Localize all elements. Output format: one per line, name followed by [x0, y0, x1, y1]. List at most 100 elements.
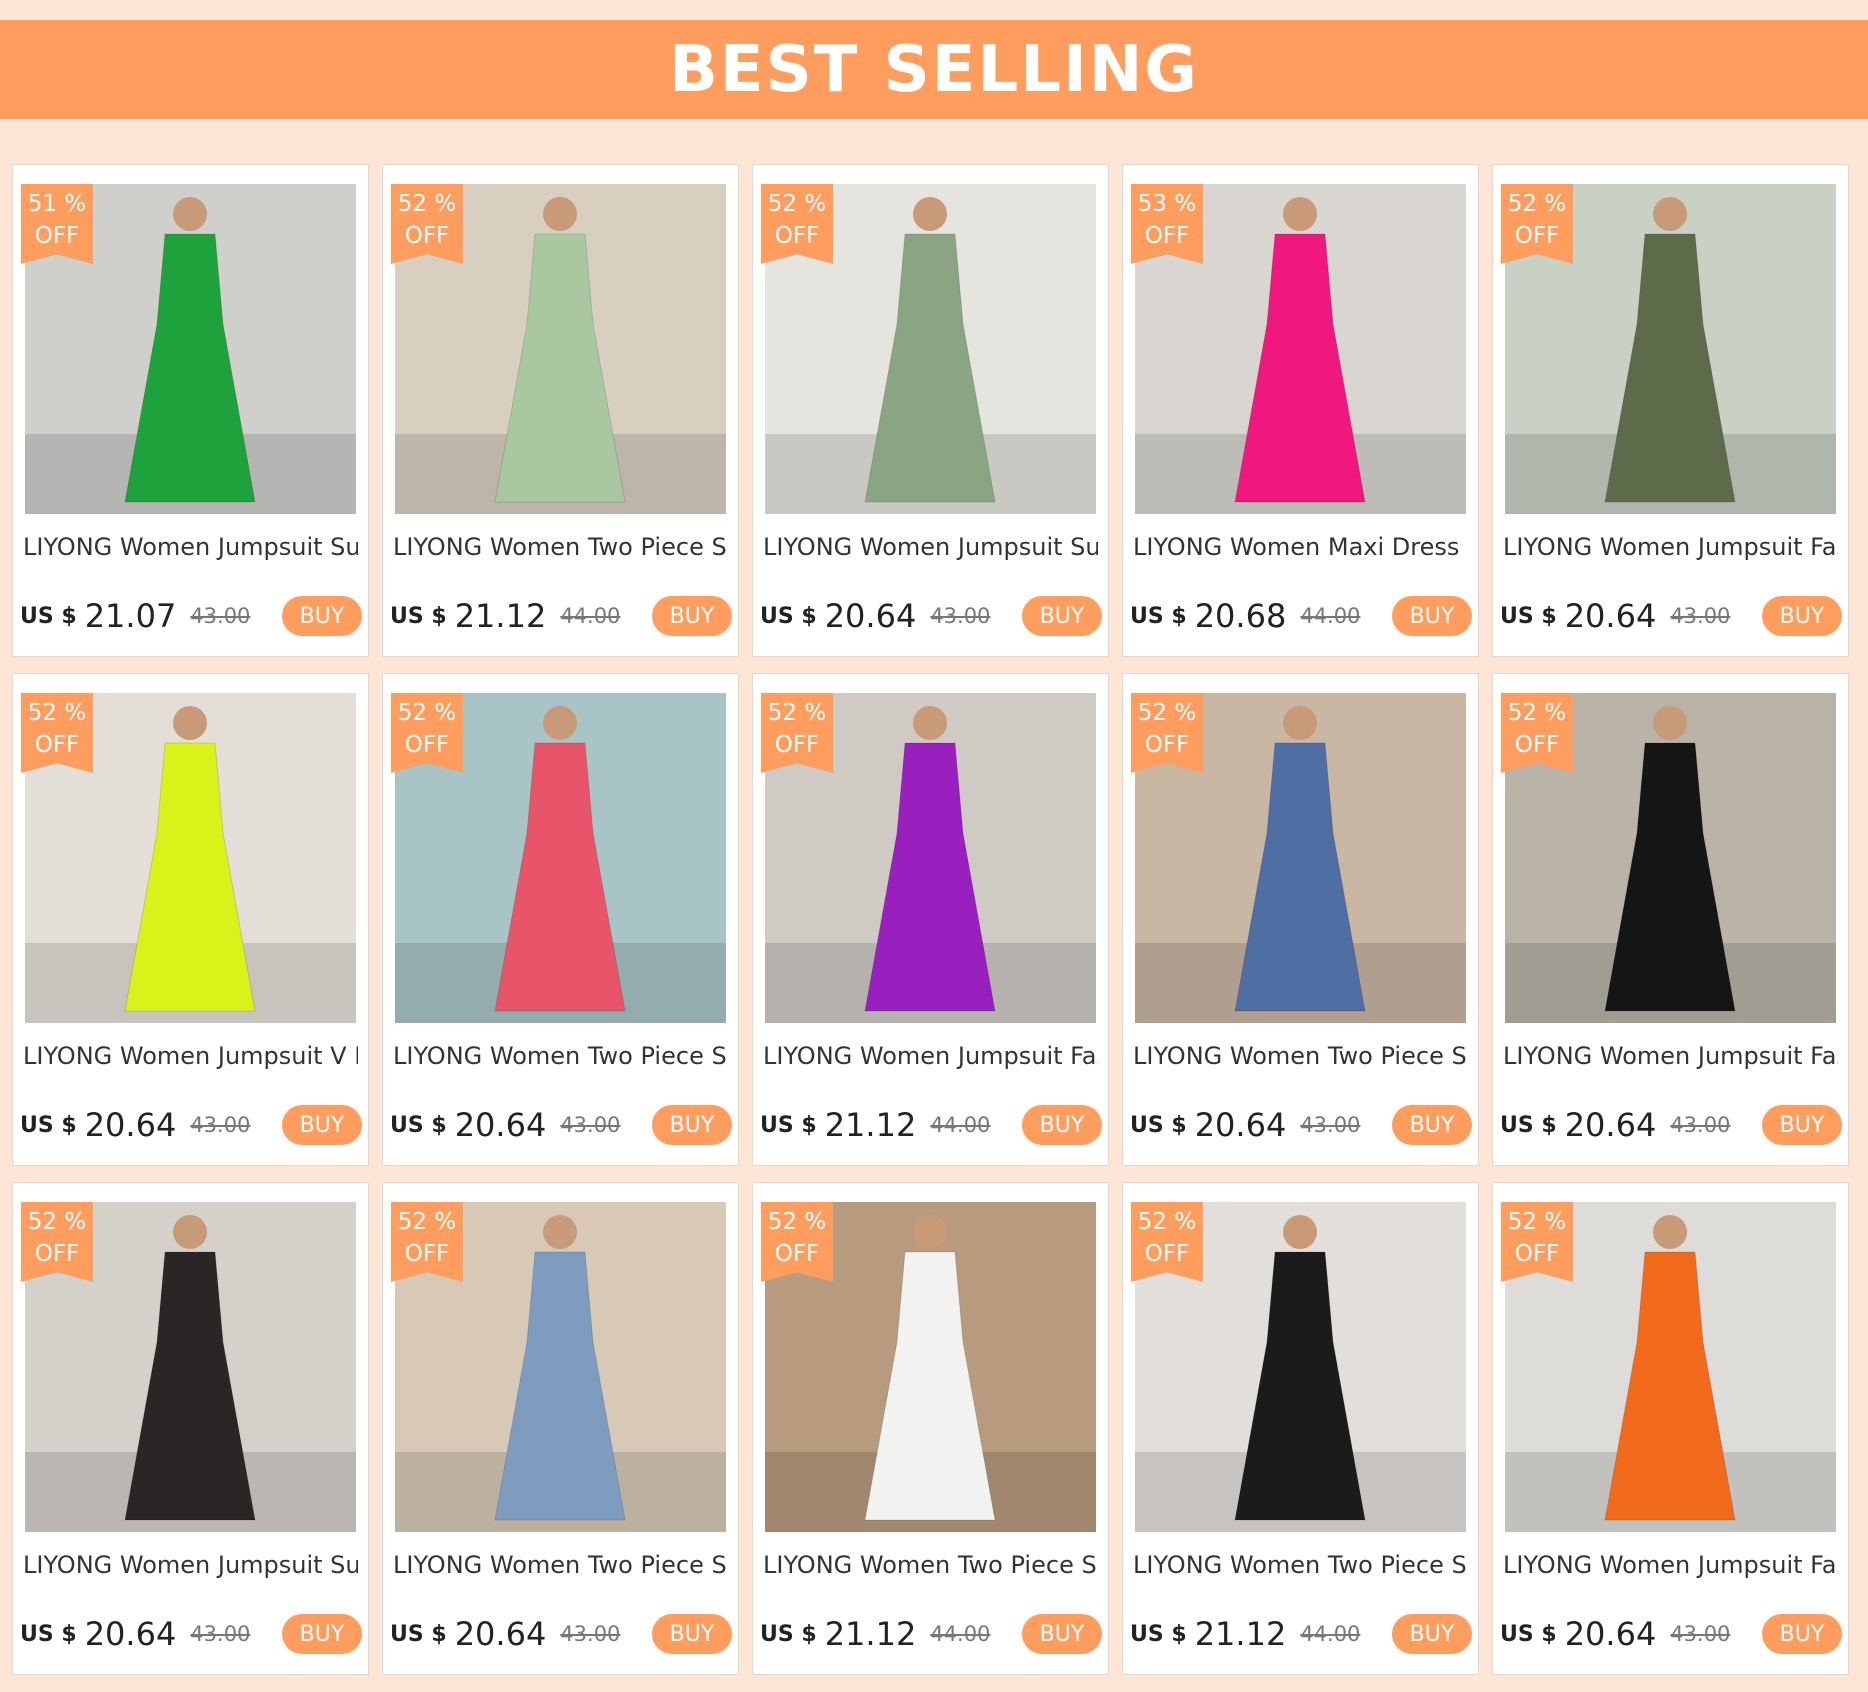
model-head	[913, 706, 947, 740]
price-row: US $ 20.64 43.00 BUY	[1500, 1102, 1842, 1148]
product-card[interactable]: 51 % OFF LIYONG Women Jumpsuit Summer Fa…	[12, 164, 369, 657]
buy-button[interactable]: BUY	[652, 1614, 732, 1654]
price-row: US $ 21.12 44.00 BUY	[760, 1611, 1102, 1657]
original-price: 43.00	[560, 1113, 621, 1137]
price-row: US $ 21.12 44.00 BUY	[760, 1102, 1102, 1148]
buy-button[interactable]: BUY	[652, 596, 732, 636]
buy-button[interactable]: BUY	[1392, 1614, 1472, 1654]
product-title[interactable]: LIYONG Women Jumpsuit Summer Fashion Rou…	[763, 530, 1098, 570]
buy-button[interactable]: BUY	[1392, 1105, 1472, 1145]
discount-percent: 52 %	[767, 700, 827, 726]
product-title[interactable]: LIYONG Women Two Piece Set Fashion Elega…	[393, 1548, 728, 1588]
currency-label: US $	[1500, 603, 1557, 629]
discount-badge: 52 % OFF	[1501, 184, 1573, 264]
discount-badge: 52 % OFF	[1501, 693, 1573, 773]
original-price: 43.00	[930, 604, 991, 628]
best-selling-banner: BEST SELLING	[0, 20, 1868, 119]
sale-price: 21.07	[84, 597, 177, 635]
model-head	[1653, 706, 1687, 740]
product-card[interactable]: 52 % OFF LIYONG Women Two Piece Set Fash…	[382, 1182, 739, 1675]
discount-badge: 52 % OFF	[1131, 1202, 1203, 1282]
buy-button[interactable]: BUY	[1762, 1614, 1842, 1654]
product-card[interactable]: 52 % OFF LIYONG Women Two Piece Set Fash…	[382, 673, 739, 1166]
buy-button[interactable]: BUY	[282, 596, 362, 636]
discount-off-label: OFF	[34, 223, 80, 249]
price-row: US $ 20.64 43.00 BUY	[1500, 1611, 1842, 1657]
product-title[interactable]: LIYONG Women Two Piece Set Summer Fashio…	[393, 530, 728, 570]
sale-price: 20.64	[824, 597, 917, 635]
product-title[interactable]: LIYONG Women Jumpsuit Fashion Round Neck…	[763, 1039, 1098, 1079]
buy-button[interactable]: BUY	[1762, 1105, 1842, 1145]
discount-percent: 52 %	[397, 700, 457, 726]
product-title[interactable]: LIYONG Women Jumpsuit Summer Fashion Rou…	[23, 1548, 358, 1588]
buy-button[interactable]: BUY	[652, 1105, 732, 1145]
product-card[interactable]: 52 % OFF LIYONG Women Jumpsuit Summer Fa…	[752, 164, 1109, 657]
discount-off-label: OFF	[404, 732, 450, 758]
buy-button[interactable]: BUY	[1022, 596, 1102, 636]
discount-percent: 52 %	[1507, 191, 1567, 217]
product-card[interactable]: 52 % OFF LIYONG Women Jumpsuit Fashion R…	[752, 673, 1109, 1166]
price-row: US $ 21.12 44.00 BUY	[390, 593, 732, 639]
price-row: US $ 20.64 43.00 BUY	[390, 1102, 732, 1148]
product-title[interactable]: LIYONG Women Jumpsuit V Neck Summer Long…	[23, 1039, 358, 1079]
product-card[interactable]: 52 % OFF LIYONG Women Two Piece Set Summ…	[1122, 1182, 1479, 1675]
original-price: 44.00	[1300, 1622, 1361, 1646]
currency-label: US $	[760, 1112, 817, 1138]
discount-percent: 52 %	[1507, 1209, 1567, 1235]
product-title[interactable]: LIYONG Women Jumpsuit Fashion Slim	[1503, 1548, 1838, 1588]
discount-percent: 52 %	[1137, 700, 1197, 726]
currency-label: US $	[1130, 603, 1187, 629]
product-card[interactable]: 52 % OFF LIYONG Women Two Piece Set Fash…	[1122, 673, 1479, 1166]
buy-button[interactable]: BUY	[1022, 1105, 1102, 1145]
discount-badge: 51 % OFF	[21, 184, 93, 264]
product-title[interactable]: LIYONG Women Two Piece Set Fashion Print…	[393, 1039, 728, 1079]
product-card[interactable]: 52 % OFF LIYONG Women Jumpsuit Summer Fa…	[12, 1182, 369, 1675]
currency-label: US $	[1500, 1112, 1557, 1138]
original-price: 43.00	[1670, 1113, 1731, 1137]
price-row: US $ 20.64 43.00 BUY	[760, 593, 1102, 639]
sale-price: 21.12	[1194, 1615, 1287, 1653]
buy-button[interactable]: BUY	[1022, 1614, 1102, 1654]
currency-label: US $	[1130, 1621, 1187, 1647]
sale-price: 20.64	[454, 1615, 547, 1653]
sale-price: 20.64	[1564, 597, 1657, 635]
original-price: 43.00	[190, 1113, 251, 1137]
product-card[interactable]: 53 % OFF LIYONG Women Maxi Dress Fashion…	[1122, 164, 1479, 657]
price-row: US $ 20.64 43.00 BUY	[1130, 1102, 1472, 1148]
sale-price: 20.64	[1564, 1615, 1657, 1653]
price-row: US $ 21.12 44.00 BUY	[1130, 1611, 1472, 1657]
product-card[interactable]: 52 % OFF LIYONG Women Jumpsuit Fashion V…	[1492, 164, 1849, 657]
product-title[interactable]: LIYONG Women Jumpsuit Summer Fashion V N…	[23, 530, 358, 570]
original-price: 44.00	[930, 1622, 991, 1646]
discount-badge: 52 % OFF	[391, 184, 463, 264]
model-head	[913, 197, 947, 231]
sale-price: 21.12	[824, 1106, 917, 1144]
product-title[interactable]: LIYONG Women Jumpsuit Fashion Sexy Solid	[1503, 1039, 1838, 1079]
product-card[interactable]: 52 % OFF LIYONG Women Two Piece Set Summ…	[752, 1182, 1109, 1675]
product-title[interactable]: LIYONG Women Jumpsuit Fashion V Neck Hig…	[1503, 530, 1838, 570]
product-title[interactable]: LIYONG Women Maxi Dress Fashion Elegant …	[1133, 530, 1468, 570]
product-title[interactable]: LIYONG Women Two Piece Set Summer Casual…	[763, 1548, 1098, 1588]
product-card[interactable]: 52 % OFF LIYONG Women Jumpsuit Fashion S…	[1492, 673, 1849, 1166]
product-title[interactable]: LIYONG Women Two Piece Set Summer Fashio…	[1133, 1548, 1468, 1588]
product-card[interactable]: 52 % OFF LIYONG Women Jumpsuit V Neck Su…	[12, 673, 369, 1166]
model-head	[1283, 706, 1317, 740]
discount-off-label: OFF	[34, 732, 80, 758]
currency-label: US $	[760, 1621, 817, 1647]
model-head	[173, 706, 207, 740]
buy-button[interactable]: BUY	[282, 1614, 362, 1654]
currency-label: US $	[760, 603, 817, 629]
buy-button[interactable]: BUY	[1392, 596, 1472, 636]
buy-button[interactable]: BUY	[282, 1105, 362, 1145]
product-card[interactable]: 52 % OFF LIYONG Women Jumpsuit Fashion S…	[1492, 1182, 1849, 1675]
price-row: US $ 20.68 44.00 BUY	[1130, 593, 1472, 639]
discount-badge: 52 % OFF	[761, 1202, 833, 1282]
discount-percent: 52 %	[1137, 1209, 1197, 1235]
price-row: US $ 20.64 43.00 BUY	[20, 1611, 362, 1657]
discount-percent: 52 %	[767, 191, 827, 217]
product-title[interactable]: LIYONG Women Two Piece Set Fashion Solid…	[1133, 1039, 1468, 1079]
discount-off-label: OFF	[1514, 223, 1560, 249]
discount-off-label: OFF	[34, 1241, 80, 1267]
buy-button[interactable]: BUY	[1762, 596, 1842, 636]
product-card[interactable]: 52 % OFF LIYONG Women Two Piece Set Summ…	[382, 164, 739, 657]
